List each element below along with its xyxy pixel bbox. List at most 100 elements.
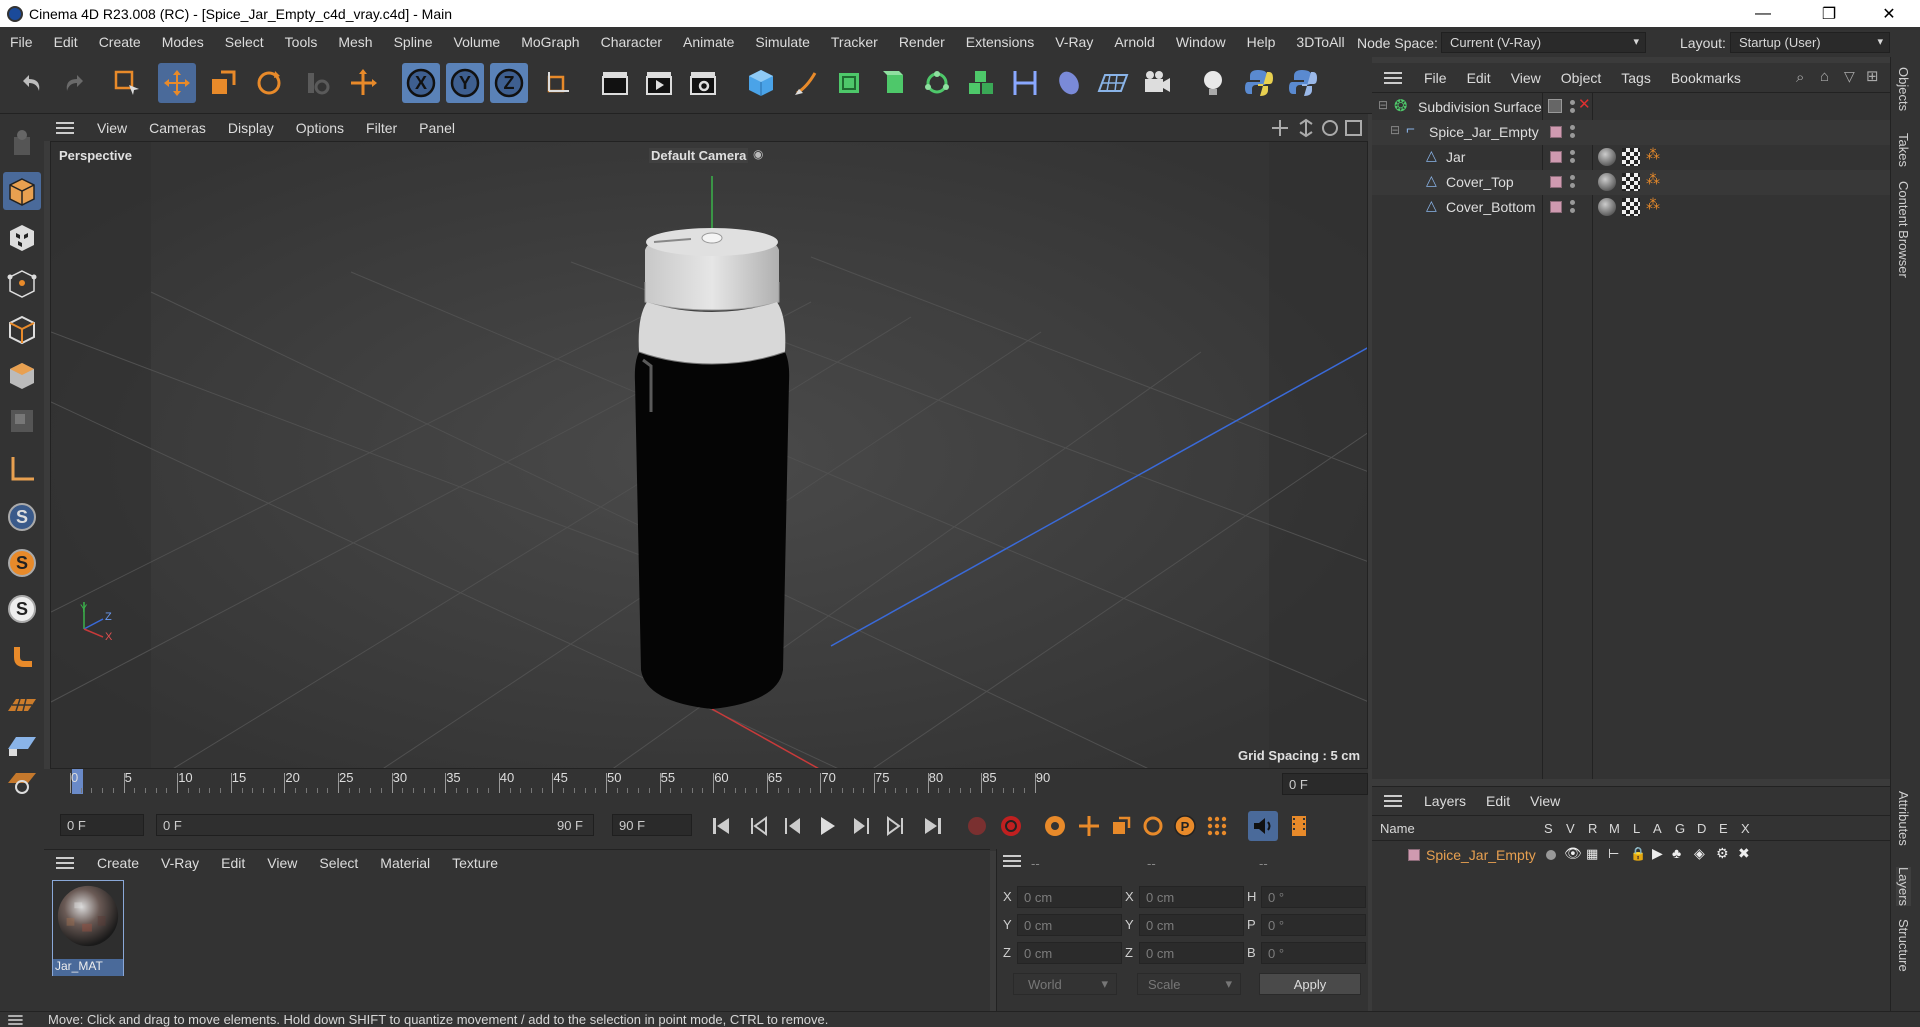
layer-col-v[interactable]: V bbox=[1566, 821, 1575, 836]
record-button[interactable] bbox=[962, 811, 992, 841]
search-icon[interactable]: ⌕ bbox=[1796, 69, 1804, 86]
solo-dot-icon[interactable] bbox=[1546, 850, 1556, 860]
menu-render[interactable]: Render bbox=[889, 34, 956, 50]
render-settings-button[interactable] bbox=[684, 63, 722, 103]
axis-mode-button[interactable] bbox=[3, 450, 41, 488]
menu-3dtoall[interactable]: 3DToAll bbox=[1286, 34, 1355, 50]
render-icon[interactable]: ▦ bbox=[1586, 846, 1598, 862]
menu-help[interactable]: Help bbox=[1237, 34, 1287, 50]
coords-menu-icon[interactable] bbox=[1003, 855, 1021, 867]
viewport-menu-panel[interactable]: Panel bbox=[408, 120, 466, 136]
edit-check-icon[interactable] bbox=[1548, 99, 1562, 113]
phong-tag-icon[interactable]: ⁂ bbox=[1646, 146, 1660, 163]
layer-menu-view[interactable]: View bbox=[1520, 793, 1570, 809]
new-window-icon[interactable]: ⊞ bbox=[1866, 67, 1879, 85]
move-tool-button[interactable] bbox=[158, 63, 196, 103]
transform-tool-button[interactable] bbox=[344, 63, 382, 103]
viewport-menu-icon[interactable] bbox=[44, 121, 86, 134]
menu-arnold[interactable]: Arnold bbox=[1104, 34, 1165, 50]
previous-frame-button[interactable] bbox=[778, 811, 808, 841]
pos-y-field[interactable]: 0 cm bbox=[1017, 914, 1122, 936]
model-mode-button[interactable] bbox=[3, 172, 41, 210]
menu-create[interactable]: Create bbox=[89, 34, 152, 50]
sound-button[interactable] bbox=[1248, 811, 1278, 841]
uvw-tag-icon[interactable] bbox=[1622, 198, 1640, 216]
viewport-menu-filter[interactable]: Filter bbox=[355, 120, 408, 136]
object-menu-icon[interactable] bbox=[1372, 71, 1414, 84]
current-frame-field[interactable]: 0 F bbox=[1282, 773, 1368, 795]
timeline-ruler[interactable]: 0 5 10 15 20 25 30 35 40 45 50 55 60 65 70 75 80 85 90 0 F bbox=[44, 769, 1368, 799]
layer-col-r[interactable]: R bbox=[1588, 821, 1597, 836]
key-position-button[interactable] bbox=[1074, 811, 1104, 841]
menu-animate[interactable]: Animate bbox=[673, 34, 745, 50]
make-editable-button[interactable] bbox=[3, 124, 41, 162]
workplane-rotate-button[interactable] bbox=[3, 762, 41, 800]
undo-button[interactable] bbox=[12, 63, 50, 103]
field-button[interactable] bbox=[1050, 63, 1088, 103]
material-menu-view[interactable]: View bbox=[256, 855, 308, 871]
play-button[interactable] bbox=[812, 811, 842, 841]
tab-objects[interactable]: Objects bbox=[1896, 67, 1911, 111]
mograph-cloner-button[interactable] bbox=[918, 63, 956, 103]
uvw-tag-icon[interactable] bbox=[1622, 173, 1640, 191]
layer-menu-icon[interactable] bbox=[1372, 795, 1414, 807]
solo-off-button[interactable]: S bbox=[3, 590, 41, 628]
coordinate-system-button[interactable] bbox=[538, 63, 576, 103]
point-mode-button[interactable] bbox=[3, 264, 41, 302]
light-button[interactable] bbox=[1194, 63, 1232, 103]
key-pla-button[interactable] bbox=[1202, 811, 1232, 841]
key-rotation-button[interactable] bbox=[1138, 811, 1168, 841]
workplane-button[interactable] bbox=[3, 686, 41, 724]
viewport-menu-cameras[interactable]: Cameras bbox=[138, 120, 217, 136]
minimize-button[interactable]: — bbox=[1740, 0, 1786, 27]
render-picture-viewer-button[interactable] bbox=[640, 63, 678, 103]
object-row-cover-bottom[interactable]: △ Cover_Bottom ⁂ bbox=[1372, 195, 1890, 220]
object-row-subdivision-surface[interactable]: ⊟ ❂ Subdivision Surface ✕ bbox=[1372, 95, 1890, 120]
tab-layers[interactable]: Layers bbox=[1896, 867, 1911, 907]
material-menu-create[interactable]: Create bbox=[86, 855, 150, 871]
menu-file[interactable]: File bbox=[0, 34, 44, 50]
collapse-icon[interactable]: ⊟ bbox=[1390, 123, 1400, 137]
cube-object-button[interactable] bbox=[742, 63, 780, 103]
array-button[interactable] bbox=[962, 63, 1000, 103]
pen-tool-button[interactable] bbox=[786, 63, 824, 103]
go-to-end-button[interactable] bbox=[918, 811, 948, 841]
previous-key-button[interactable] bbox=[744, 811, 774, 841]
menu-mesh[interactable]: Mesh bbox=[328, 34, 383, 50]
solo-button[interactable]: S bbox=[3, 498, 41, 536]
rot-b-field[interactable]: 0 ° bbox=[1261, 942, 1366, 964]
tab-content-browser[interactable]: Content Browser bbox=[1896, 181, 1911, 278]
menu-modes[interactable]: Modes bbox=[152, 34, 215, 50]
size-z-field[interactable]: 0 cm bbox=[1139, 942, 1244, 964]
filter-icon[interactable]: ▽ bbox=[1844, 68, 1855, 85]
layer-col-x[interactable]: X bbox=[1741, 821, 1750, 836]
menu-select[interactable]: Select bbox=[215, 34, 275, 50]
timeline-button[interactable] bbox=[1284, 811, 1314, 841]
object-row-spice-jar-empty[interactable]: ⊟ ⌐ Spice_Jar_Empty bbox=[1372, 120, 1890, 145]
object-menu-object[interactable]: Object bbox=[1551, 70, 1611, 86]
edge-mode-button[interactable] bbox=[3, 310, 41, 348]
viewport-menu-display[interactable]: Display bbox=[217, 120, 285, 136]
tab-attributes[interactable]: Attributes bbox=[1896, 791, 1911, 846]
material-tag-icon[interactable] bbox=[1598, 148, 1616, 166]
subdivision-surface-button[interactable] bbox=[830, 63, 868, 103]
material-menu-texture[interactable]: Texture bbox=[441, 855, 509, 871]
snap-button[interactable] bbox=[3, 638, 41, 676]
coordinate-space-dropdown[interactable]: World ▾ bbox=[1013, 973, 1117, 995]
tab-structure[interactable]: Structure bbox=[1896, 919, 1911, 972]
menu-spline[interactable]: Spline bbox=[384, 34, 444, 50]
layer-col-a[interactable]: A bbox=[1653, 821, 1662, 836]
start-frame-field[interactable]: 0 F bbox=[60, 814, 144, 836]
menu-vray[interactable]: V-Ray bbox=[1045, 34, 1104, 50]
object-menu-file[interactable]: File bbox=[1414, 70, 1457, 86]
xref-icon[interactable]: ✖ bbox=[1738, 845, 1750, 862]
material-tag-icon[interactable] bbox=[1598, 198, 1616, 216]
home-icon[interactable]: ⌂ bbox=[1820, 68, 1829, 85]
maximize-button[interactable]: ❐ bbox=[1806, 0, 1852, 27]
deformer-button[interactable] bbox=[1006, 63, 1044, 103]
key-scale-button[interactable] bbox=[1106, 811, 1136, 841]
coordinate-mode-dropdown[interactable]: Scale ▾ bbox=[1137, 973, 1241, 995]
uv-mode-button[interactable] bbox=[3, 402, 41, 440]
object-menu-edit[interactable]: Edit bbox=[1457, 70, 1501, 86]
object-row-cover-top[interactable]: △ Cover_Top ⁂ bbox=[1372, 170, 1890, 195]
